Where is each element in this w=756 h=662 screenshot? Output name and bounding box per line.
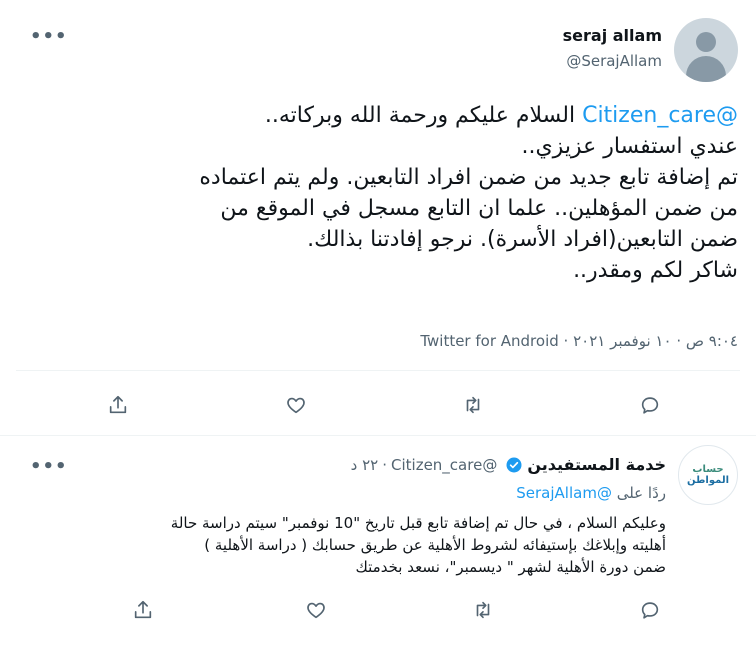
mention-link[interactable]: @SerajAllam xyxy=(516,484,612,502)
reply-author-handle[interactable]: @Citizen_care xyxy=(391,456,497,474)
tweet-line: @Citizen_care السلام عليكم ورحمة الله وب… xyxy=(264,103,738,128)
avatar[interactable] xyxy=(674,18,738,82)
author-name[interactable]: seraj allam xyxy=(563,26,662,45)
author-handle[interactable]: @SerajAllam xyxy=(566,52,662,70)
tweet-meta[interactable]: ٩:٠٤ ص · ١٠ نوفمبر ٢٠٢١ · Twitter for An… xyxy=(420,332,738,350)
reply-line: أهليته وإبلاغك بإستيفائه لشروط الأهلية ع… xyxy=(204,536,666,554)
replying-to: ردًا على @SerajAllam xyxy=(516,484,666,502)
reply-author-name[interactable]: خدمة المستفيدين xyxy=(527,455,666,474)
like-icon[interactable] xyxy=(304,598,328,622)
more-icon[interactable]: ••• xyxy=(30,458,68,476)
reply-icon[interactable] xyxy=(638,598,662,622)
like-icon[interactable] xyxy=(284,393,308,417)
divider xyxy=(16,370,740,371)
reply-text: وعليكم السلام ، في حال تم إضافة تابع قبل… xyxy=(16,512,666,578)
tweet-line: تم إضافة تابع جديد من ضمن افراد التابعين… xyxy=(199,165,738,190)
tweet-line: ضمن التابعين(افراد الأسرة). نرجو إفادتنا… xyxy=(307,227,738,252)
reply-line: ضمن دورة الأهلية لشهر " ديسمبر"، نسعد بخ… xyxy=(355,558,667,576)
reply-icon[interactable] xyxy=(638,393,662,417)
mention-link[interactable]: @Citizen_care xyxy=(582,103,738,128)
avatar[interactable]: حساب المواطن xyxy=(678,445,738,505)
reply-header: خدمة المستفيدين @Citizen_care · ٢٢ د xyxy=(350,455,666,474)
tweet-line: شاكر لكم ومقدر.. xyxy=(573,258,738,283)
tweet-text: @Citizen_care السلام عليكم ورحمة الله وب… xyxy=(16,100,738,286)
main-tweet: ••• seraj allam @SerajAllam @Citizen_car… xyxy=(0,0,756,436)
reply-time[interactable]: ٢٢ د xyxy=(351,456,379,474)
share-icon[interactable] xyxy=(131,598,155,622)
verified-badge-icon xyxy=(505,456,523,474)
reply-line: وعليكم السلام ، في حال تم إضافة تابع قبل… xyxy=(170,514,666,532)
tweet-line: من ضمن المؤهلين.. علما ان التابع مسجل في… xyxy=(220,196,738,221)
more-icon[interactable]: ••• xyxy=(30,28,68,46)
share-icon[interactable] xyxy=(106,393,130,417)
retweet-icon[interactable] xyxy=(461,393,485,417)
retweet-icon[interactable] xyxy=(471,598,495,622)
tweet-line: عندي استفسار عزيزي.. xyxy=(521,134,738,159)
